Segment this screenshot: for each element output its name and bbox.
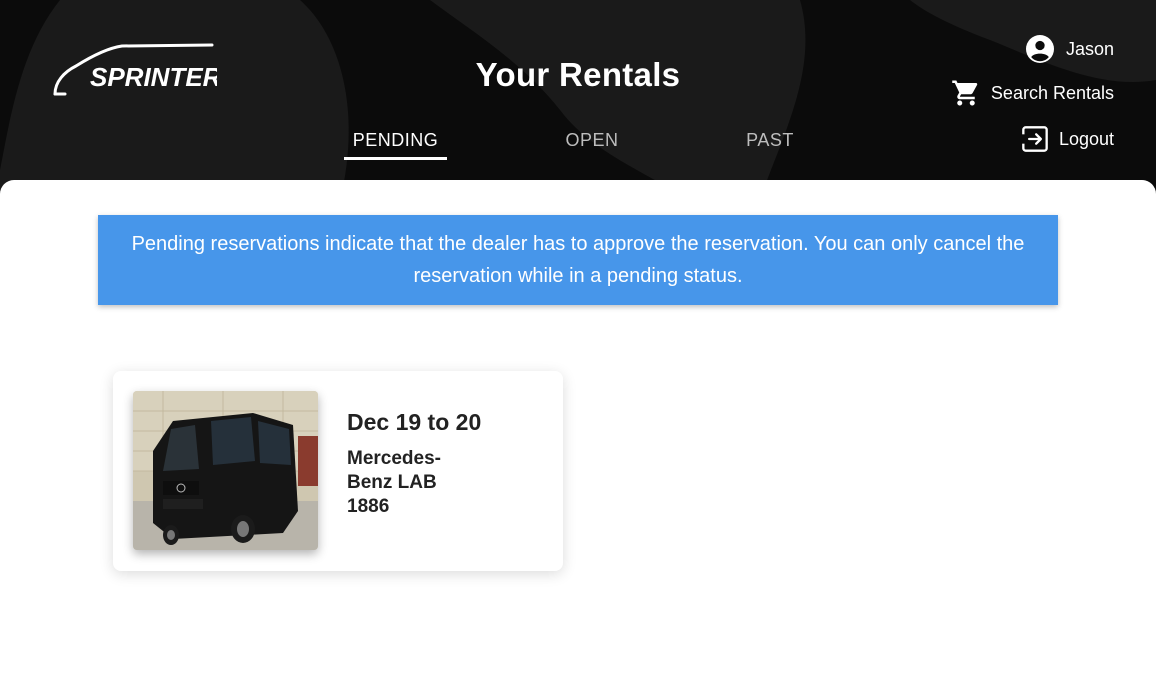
logout-label: Logout	[1058, 128, 1114, 149]
van-photo	[133, 391, 318, 550]
pending-notice-banner: Pending reservations indicate that the d…	[98, 215, 1058, 305]
tab-past[interactable]: PAST	[730, 130, 810, 151]
rental-dates: Dec 19 to 20	[347, 409, 482, 435]
tab-active-indicator	[344, 157, 447, 160]
cart-icon	[952, 80, 978, 106]
main-content: Pending reservations indicate that the d…	[0, 180, 1156, 684]
tab-open[interactable]: OPEN	[548, 130, 636, 151]
pending-notice-text: Pending reservations indicate that the d…	[131, 233, 1025, 287]
logout-icon	[1020, 126, 1048, 152]
user-account-button[interactable]: Jason	[1025, 35, 1114, 63]
logout-button[interactable]: Logout	[1020, 125, 1114, 153]
account-circle-icon	[1025, 35, 1054, 63]
rental-vehicle-name: Mercedes-Benz LAB 1886	[347, 448, 441, 517]
tab-bar: PENDING OPEN PAST	[0, 130, 1156, 162]
search-rentals-label: Search Rentals	[990, 82, 1114, 103]
header: SPRINTER Your Rentals PENDING OPEN PAST …	[0, 0, 1156, 200]
rental-card[interactable]: Dec 19 to 20 Mercedes-Benz LAB 1886	[113, 371, 563, 571]
search-rentals-link[interactable]: Search Rentals	[951, 78, 1114, 108]
tab-pending[interactable]: PENDING	[344, 130, 447, 151]
username-label: Jason	[1065, 38, 1114, 59]
